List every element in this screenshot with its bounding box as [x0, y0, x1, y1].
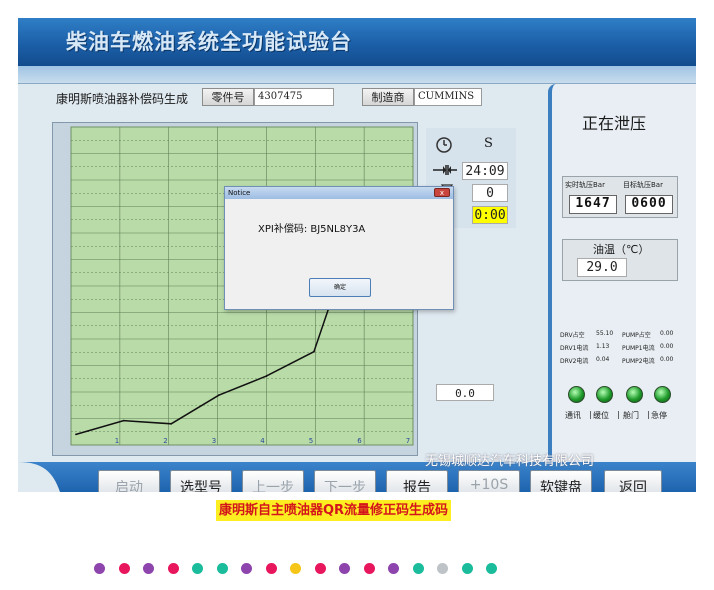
param-label2: PUMP1电流: [622, 345, 655, 352]
decorative-dot: [167, 563, 179, 574]
decorative-dot: [314, 563, 326, 574]
maker-field[interactable]: CUMMINS: [414, 88, 482, 106]
param-value: 0.04: [596, 356, 610, 363]
decorative-dot: [290, 563, 301, 574]
bottom-button[interactable]: 选型号: [170, 470, 232, 492]
bottom-button[interactable]: +10S: [458, 470, 520, 492]
x-tick-label: 4: [260, 437, 265, 445]
param-label: DRV2电流: [560, 358, 589, 365]
decorative-dot: [461, 563, 473, 574]
param-value2: 0.00: [660, 356, 674, 363]
status-light: [568, 386, 585, 403]
oil-temp-box: 油温（℃） 29.0: [562, 239, 678, 281]
x-tick-label: 6: [357, 437, 362, 445]
part-no-button[interactable]: 零件号: [202, 88, 254, 106]
title-bar: 柴油车燃油系统全功能试验台: [18, 18, 696, 66]
bottom-button[interactable]: 上一步: [242, 470, 304, 492]
data-point: [122, 419, 125, 422]
param-label: DRV1电流: [560, 345, 589, 352]
x-tick-label: 5: [309, 437, 313, 445]
status-panel: 正在泄压 实时轨压Bar 目标轨压Bar 1647 0600 油温（℃） 29.…: [548, 84, 696, 464]
dialog-ok-button[interactable]: 确定: [309, 278, 371, 297]
dialog-message: XPI补偿码: BJ5NL8Y3A: [258, 224, 366, 235]
param-label2: PUMP2电流: [622, 358, 655, 365]
data-point: [170, 422, 173, 425]
yellow-time-value: 0:00: [472, 206, 508, 224]
param-value2: 0.00: [660, 330, 674, 337]
count-value: 0: [472, 184, 508, 202]
decorative-dot: [143, 563, 154, 574]
status-light: [596, 386, 613, 403]
x-tick-label: 7: [406, 437, 410, 445]
decorative-dot: [241, 563, 252, 574]
clock-icon: [436, 137, 452, 153]
rail-target-label: 目标轨压Bar: [623, 181, 663, 189]
bottom-button[interactable]: 返回: [604, 470, 662, 492]
rail-real-value: 1647: [569, 195, 617, 214]
status-light-label: 舱门: [623, 411, 639, 420]
title-sub-bar: [18, 66, 696, 84]
bottom-bar-swoosh: [18, 462, 60, 492]
x-tick-label: 1: [115, 437, 119, 445]
oil-temp-value: 29.0: [577, 258, 627, 277]
status-light-label: 急停: [651, 411, 667, 420]
status-light-label: 通讯: [565, 411, 581, 420]
notice-dialog: Notice x XPI补偿码: BJ5NL8Y3A 确定: [224, 186, 454, 310]
page-heading: 康明斯喷油器补偿码生成: [56, 92, 189, 106]
bottom-button[interactable]: 软键盘: [530, 470, 592, 492]
maker-button[interactable]: 制造商: [362, 88, 414, 106]
rail-real-label: 实时轨压Bar: [565, 181, 605, 189]
data-point: [75, 433, 77, 436]
oil-temp-label: 油温（℃）: [593, 243, 650, 256]
data-point: [313, 350, 315, 353]
status-light-separator: |: [647, 410, 650, 419]
seconds-unit: S: [484, 136, 493, 151]
decorative-dot: [388, 563, 399, 574]
rail-pressure-box: 实时轨压Bar 目标轨压Bar 1647 0600: [562, 176, 678, 218]
status-text: 正在泄压: [582, 114, 647, 133]
readout-value: 0.0: [436, 384, 494, 401]
decorative-dot: [216, 563, 228, 574]
bottom-button[interactable]: 下一步: [314, 470, 376, 492]
decorative-dot: [265, 563, 277, 574]
rail-target-value: 0600: [625, 195, 673, 214]
watermark-text: 无锡城顺达汽车科技有限公司: [425, 454, 595, 469]
window-title: 柴油车燃油系统全功能试验台: [66, 29, 352, 54]
screenshot-stage: 柴油车燃油系统全功能试验台 康明斯喷油器补偿码生成 零件号 4307475 制造…: [0, 0, 714, 590]
dialog-close-icon[interactable]: x: [434, 188, 450, 197]
status-light-separator: |: [617, 410, 620, 419]
data-point: [265, 375, 268, 377]
status-light-label: 缓位: [593, 411, 609, 420]
bottom-button[interactable]: 启动: [98, 470, 160, 492]
interval-arrows-icon: [433, 165, 457, 175]
decorative-dot: [192, 563, 203, 574]
param-value: 55.10: [596, 330, 614, 337]
decorative-dot: [437, 563, 448, 574]
dialog-title: Notice: [225, 187, 453, 199]
status-light: [626, 386, 643, 403]
x-tick-label: 2: [163, 437, 167, 445]
decorative-dot: [412, 563, 424, 574]
decorative-dot: [118, 563, 130, 574]
data-point: [217, 394, 220, 397]
decorative-dot: [339, 563, 350, 574]
status-light-separator: |: [589, 410, 592, 419]
decorative-dot: [486, 563, 497, 574]
decorative-dot: [363, 563, 375, 574]
param-label2: PUMP占空: [622, 332, 651, 339]
status-light: [654, 386, 671, 403]
bottom-button[interactable]: 报告: [386, 470, 448, 492]
decorative-dot: [94, 563, 105, 574]
time-value: 24:09: [462, 162, 508, 180]
caption: 康明斯自主喷油器QR流量修正码生成码: [216, 500, 452, 521]
param-label: DRV占空: [560, 332, 585, 339]
part-no-field[interactable]: 4307475: [254, 88, 334, 106]
param-value: 1.13: [596, 343, 610, 350]
param-value2: 0.00: [660, 343, 674, 350]
x-tick-label: 3: [212, 437, 216, 445]
